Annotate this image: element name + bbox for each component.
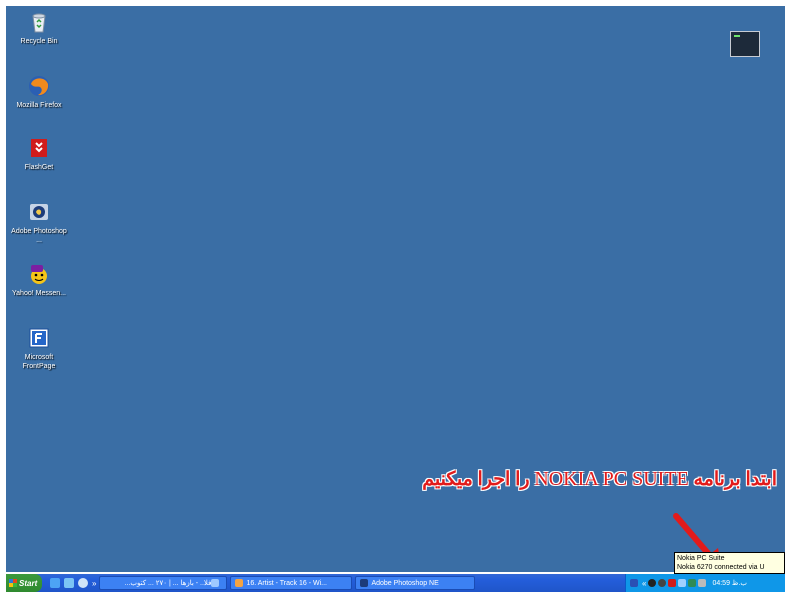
tooltip-title: Nokia PC Suite	[677, 555, 725, 562]
photoshop-icon	[30, 204, 48, 220]
tray-app-icon[interactable]	[648, 579, 657, 587]
desktop-icon-frontpage[interactable]: Microsoft FrontPage	[8, 326, 70, 371]
show-desktop-icon[interactable]	[64, 578, 74, 588]
desktop-icon-label: FlashGet	[24, 164, 54, 171]
desktop-icon-photoshop[interactable]: Adobe Photoshop ...	[8, 200, 70, 245]
recycle-bin-icon	[32, 13, 46, 33]
console-window-icon[interactable]	[730, 31, 760, 57]
yahoo-messenger-icon	[31, 265, 47, 284]
taskbar-button-photoshop[interactable]: Adobe Photoshop NE	[355, 576, 476, 590]
photoshop-window-icon	[360, 579, 369, 587]
volume-icon[interactable]	[698, 579, 707, 587]
quick-launch-chevron[interactable]: »	[92, 579, 96, 588]
annotation-part-1: ابتدا برنامه	[688, 469, 777, 490]
system-tray: « 04:59 ب.ظ	[625, 574, 785, 592]
media-player-window-icon	[235, 579, 244, 587]
desktop-icon-label: Adobe Photoshop ...	[11, 228, 67, 244]
windows-logo-icon	[9, 579, 17, 587]
nokia-pc-suite-tray-icon[interactable]	[688, 579, 697, 587]
desktop-icon-label: Microsoft FrontPage	[22, 354, 56, 370]
network-tray-icon[interactable]	[678, 579, 687, 587]
flashget-tray-icon[interactable]	[668, 579, 677, 587]
desktop-icon-firefox[interactable]: Mozilla Firefox	[8, 74, 70, 110]
tray-app-icon[interactable]	[658, 579, 667, 587]
desktop-icon-label: Mozilla Firefox	[16, 102, 62, 109]
annotation-part-3: را اجرا میکنیم	[422, 469, 535, 490]
start-label: Start	[19, 578, 38, 588]
taskbar-button-label: 16. Artist - Track 16 - Wi...	[246, 579, 327, 587]
annotation-part-2: NOKIA PC SUITE	[534, 468, 689, 490]
taskbar-button-media-player[interactable]: 16. Artist - Track 16 - Wi...	[230, 576, 353, 590]
desktop-icon-flashget[interactable]: FlashGet	[8, 136, 70, 172]
frontpage-icon	[29, 328, 49, 348]
quick-launch	[50, 578, 88, 588]
media-player-icon[interactable]	[78, 578, 88, 588]
start-button[interactable]: Start	[6, 574, 42, 592]
taskbar-button-label: فلا.. - بازها ... | ۲۷۰ ... کتوب...	[124, 580, 212, 587]
desktop-icon-label: Recycle Bin	[20, 38, 58, 45]
tray-chevron[interactable]: «	[642, 579, 646, 588]
desktop-icon-label: Yahoo! Messen...	[12, 290, 66, 297]
clock[interactable]: 04:59 ب.ظ	[712, 579, 746, 587]
browser-window-icon	[211, 579, 220, 587]
flashget-icon	[31, 139, 47, 157]
internet-explorer-icon[interactable]	[50, 578, 60, 588]
desktop-icon-recycle-bin[interactable]: Recycle Bin	[8, 10, 70, 46]
taskbar: Start » فلا.. - بازها ... | ۲۷۰ ... کتوب…	[6, 574, 785, 592]
language-indicator-icon[interactable]	[630, 579, 638, 587]
taskbar-button-label: Adobe Photoshop NE	[371, 579, 439, 587]
taskbar-button-browser[interactable]: فلا.. - بازها ... | ۲۷۰ ... کتوب...	[99, 576, 228, 590]
tooltip-body: Nokia 6270 connected via U	[677, 564, 765, 571]
tray-tooltip: Nokia PC Suite Nokia 6270 connected via …	[674, 552, 785, 574]
firefox-icon	[29, 76, 49, 96]
annotation-caption: ابتدا برنامه NOKIA PC SUITE را اجرا میکن…	[422, 468, 777, 491]
desktop-icon-yahoo-messenger[interactable]: Yahoo! Messen...	[8, 262, 70, 298]
